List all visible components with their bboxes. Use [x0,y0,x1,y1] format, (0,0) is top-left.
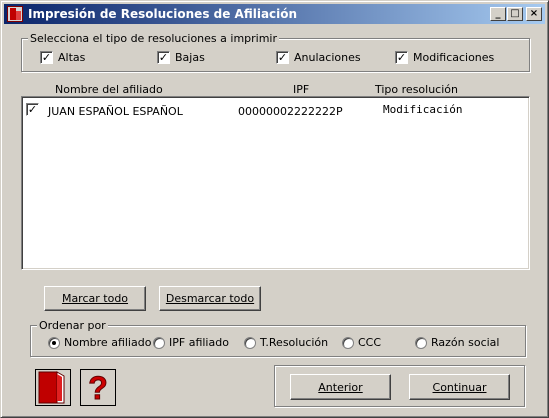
continue-button[interactable]: Continuar [409,374,510,400]
checkbox-box[interactable]: ✓ [395,51,408,64]
row-ipf: 00000002222222P [238,105,343,118]
sort-by-tipo-radio[interactable]: T.Resolución [244,336,328,349]
check-mark-icon: ✓ [41,51,52,64]
filter-altas-label: Altas [58,51,86,64]
help-question-icon: ? [82,370,114,407]
resolutions-list[interactable]: ✓ JUAN ESPAÑOL ESPAÑOL 00000002222222P M… [21,96,530,270]
help-button[interactable]: ? [80,369,116,407]
title-bar[interactable]: Impresión de Resoluciones de Afiliación … [4,4,545,24]
column-header-name: Nombre del afiliado [55,83,163,96]
filter-modificaciones-checkbox[interactable]: ✓ Modificaciones [395,51,494,64]
filter-altas-checkbox[interactable]: ✓ Altas [40,51,85,64]
door-exit-icon [38,371,65,404]
sort-group-legend: Ordenar por [37,319,108,332]
radio-dot[interactable] [244,336,256,349]
check-mark-icon: ✓ [158,51,169,64]
sort-by-ipf-radio[interactable]: IPF afiliado [153,336,229,349]
sort-by-tipo-label: T.Resolución [260,336,329,349]
column-header-ipf: IPF [293,83,310,96]
radio-dot[interactable] [342,336,354,349]
app-icon [7,6,23,22]
mark-all-button[interactable]: Marcar todo [44,286,146,311]
row-checkbox[interactable]: ✓ [26,103,39,116]
check-mark-icon: ✓ [27,103,38,116]
sort-by-ccc-radio[interactable]: CCC [342,336,381,349]
help-question-mark: ? [88,370,108,405]
checkbox-box[interactable]: ✓ [40,51,53,64]
sort-by-name-radio[interactable]: Nombre afiliado [48,336,151,349]
radio-dot[interactable] [153,336,165,349]
filter-bajas-label: Bajas [175,51,205,64]
checkbox-box[interactable]: ✓ [157,51,170,64]
filter-group-legend: Selecciona el tipo de resoluciones a imp… [28,32,280,45]
radio-dot[interactable] [48,336,60,349]
table-row[interactable]: ✓ JUAN ESPAÑOL ESPAÑOL 00000002222222P M… [22,102,529,118]
dialog-window: Impresión de Resoluciones de Afiliación … [0,0,549,418]
column-header-tipo: Tipo resolución [375,83,458,96]
sort-by-razon-social-radio[interactable]: Razón social [415,336,499,349]
sort-by-razon-social-label: Razón social [431,336,500,349]
filter-bajas-checkbox[interactable]: ✓ Bajas [157,51,205,64]
radio-dot[interactable] [415,336,427,349]
check-mark-icon: ✓ [277,51,288,64]
sort-by-name-label: Nombre afiliado [64,336,152,349]
sort-by-ccc-label: CCC [358,336,382,349]
checkbox-box[interactable]: ✓ [276,51,289,64]
maximize-button[interactable]: □ [507,7,523,21]
check-mark-icon: ✓ [396,51,407,64]
window-title: Impresión de Resoluciones de Afiliación [28,7,298,21]
filter-anulaciones-checkbox[interactable]: ✓ Anulaciones [276,51,361,64]
sort-by-ipf-label: IPF afiliado [169,336,229,349]
back-button[interactable]: Anterior [290,374,391,400]
close-button[interactable]: × [526,7,542,21]
exit-button[interactable] [35,369,71,406]
unmark-all-button[interactable]: Desmarcar todo [159,286,261,311]
filter-anulaciones-label: Anulaciones [294,51,361,64]
minimize-button[interactable]: _ [490,7,506,21]
filter-modificaciones-label: Modificaciones [413,51,495,64]
row-tipo: Modificación [383,103,463,116]
row-name: JUAN ESPAÑOL ESPAÑOL [48,105,183,118]
